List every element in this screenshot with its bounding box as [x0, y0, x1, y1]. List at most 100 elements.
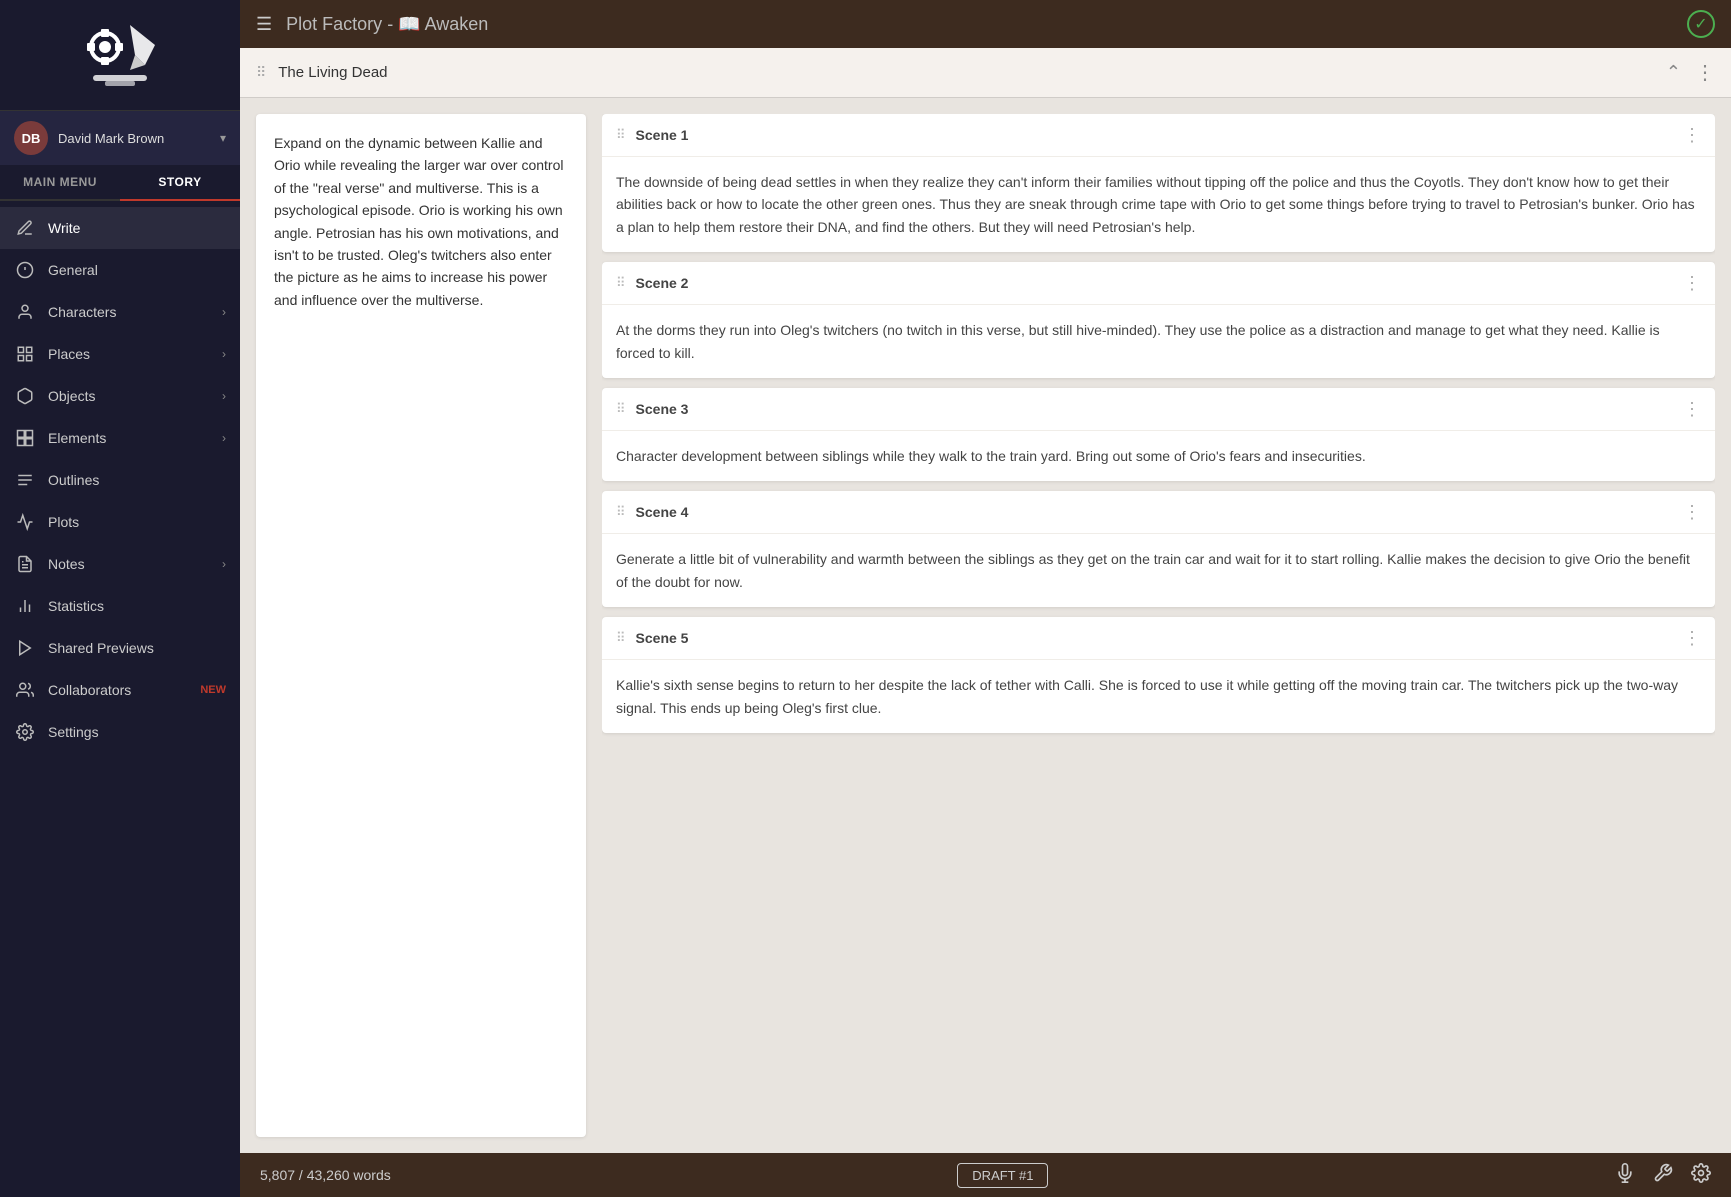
preferences-icon[interactable] — [1691, 1163, 1711, 1188]
scene-5-title: Scene 5 — [636, 630, 1683, 646]
sidebar-item-objects[interactable]: Objects › — [0, 375, 240, 417]
places-arrow: › — [222, 347, 226, 361]
settings-icon — [14, 721, 36, 743]
scene-4-drag-handle[interactable]: ⠿ — [616, 504, 626, 520]
chapter-area: ⠿ The Living Dead ⌃ ⋮ Expand on the dyna… — [240, 48, 1731, 1197]
sidebar-item-general[interactable]: General — [0, 249, 240, 291]
logo-area — [0, 0, 240, 110]
chevron-down-icon: ▾ — [220, 131, 226, 145]
main-content: ☰ Plot Factory - 📖 Awaken ✓ ⠿ The Living… — [240, 0, 1731, 1197]
shared-previews-label: Shared Previews — [48, 640, 226, 656]
sidebar-item-write[interactable]: Write — [0, 207, 240, 249]
general-icon — [14, 259, 36, 281]
notes-label: Notes — [48, 556, 222, 572]
objects-label: Objects — [48, 388, 222, 404]
places-label: Places — [48, 346, 222, 362]
statistics-label: Statistics — [48, 598, 226, 614]
sidebar-item-notes[interactable]: Notes › — [0, 543, 240, 585]
scene-2-drag-handle[interactable]: ⠿ — [616, 275, 626, 291]
scene-card-3: ⠿ Scene 3 ⋮ Character development betwee… — [602, 388, 1715, 481]
sidebar-item-shared-previews[interactable]: Shared Previews — [0, 627, 240, 669]
sidebar-item-places[interactable]: Places › — [0, 333, 240, 375]
characters-label: Characters — [48, 304, 222, 320]
scene-5-menu-icon[interactable]: ⋮ — [1683, 629, 1701, 647]
write-label: Write — [48, 220, 226, 236]
settings-label: Settings — [48, 724, 226, 740]
scene-card-2: ⠿ Scene 2 ⋮ At the dorms they run into O… — [602, 262, 1715, 378]
collaborators-label: Collaborators — [48, 682, 196, 698]
scene-2-body: At the dorms they run into Oleg's twitch… — [602, 305, 1715, 378]
avatar: DB — [14, 121, 48, 155]
synopsis-text: Expand on the dynamic between Kallie and… — [274, 132, 568, 311]
synopsis-panel: Expand on the dynamic between Kallie and… — [256, 114, 586, 1137]
topbar: ☰ Plot Factory - 📖 Awaken ✓ — [240, 0, 1731, 48]
sidebar-item-elements[interactable]: Elements › — [0, 417, 240, 459]
tab-story[interactable]: STORY — [120, 165, 240, 201]
user-profile[interactable]: DB David Mark Brown ▾ — [0, 110, 240, 165]
scenes-panel: ⠿ Scene 1 ⋮ The downside of being dead s… — [602, 114, 1715, 1137]
plots-icon — [14, 511, 36, 533]
scene-5-drag-handle[interactable]: ⠿ — [616, 630, 626, 646]
characters-arrow: › — [222, 305, 226, 319]
scene-2-title: Scene 2 — [636, 275, 1683, 291]
scene-5-body: Kallie's sixth sense begins to return to… — [602, 660, 1715, 733]
write-icon — [14, 217, 36, 239]
scene-card-1: ⠿ Scene 1 ⋮ The downside of being dead s… — [602, 114, 1715, 252]
scene-4-body: Generate a little bit of vulnerability a… — [602, 534, 1715, 607]
sidebar-tab-bar: MAIN MENU STORY — [0, 165, 240, 201]
scene-3-body: Character development between siblings w… — [602, 431, 1715, 481]
sidebar-nav: Write General Characters › Places › — [0, 201, 240, 1197]
scene-1-body: The downside of being dead settles in wh… — [602, 157, 1715, 252]
word-count: 5,807 / 43,260 words — [260, 1167, 391, 1183]
microphone-icon[interactable] — [1615, 1163, 1635, 1188]
characters-icon — [14, 301, 36, 323]
outlines-label: Outlines — [48, 472, 226, 488]
scene-3-menu-icon[interactable]: ⋮ — [1683, 400, 1701, 418]
general-label: General — [48, 262, 226, 278]
elements-label: Elements — [48, 430, 222, 446]
new-badge: NEW — [200, 684, 226, 696]
scene-2-menu-icon[interactable]: ⋮ — [1683, 274, 1701, 292]
hamburger-icon[interactable]: ☰ — [256, 14, 272, 35]
outlines-icon — [14, 469, 36, 491]
tools-icon[interactable] — [1653, 1163, 1673, 1188]
statistics-icon — [14, 595, 36, 617]
scene-card-5: ⠿ Scene 5 ⋮ Kallie's sixth sense begins … — [602, 617, 1715, 733]
scene-1-title: Scene 1 — [636, 127, 1683, 143]
sync-status-icon: ✓ — [1687, 10, 1715, 38]
collaborators-icon — [14, 679, 36, 701]
sidebar-item-settings[interactable]: Settings — [0, 711, 240, 753]
notes-icon — [14, 553, 36, 575]
app-title: Plot Factory - 📖 Awaken — [286, 14, 488, 35]
sidebar-item-characters[interactable]: Characters › — [0, 291, 240, 333]
chapter-header: ⠿ The Living Dead ⌃ ⋮ — [240, 48, 1731, 98]
draft-badge[interactable]: DRAFT #1 — [957, 1163, 1048, 1188]
chapter-title: The Living Dead — [278, 64, 387, 81]
shared-previews-icon — [14, 637, 36, 659]
scene-3-drag-handle[interactable]: ⠿ — [616, 401, 626, 417]
scene-3-title: Scene 3 — [636, 401, 1683, 417]
chapter-menu-icon[interactable]: ⋮ — [1695, 63, 1715, 83]
chapter-collapse-icon[interactable]: ⌃ — [1666, 62, 1681, 83]
plot-factory-label: Plot Factory — [286, 14, 382, 34]
scene-card-4: ⠿ Scene 4 ⋮ Generate a little bit of vul… — [602, 491, 1715, 607]
title-separator: - 📖 — [387, 14, 424, 34]
bottom-right-icons — [1615, 1163, 1711, 1188]
content-area: Expand on the dynamic between Kallie and… — [240, 98, 1731, 1153]
plots-label: Plots — [48, 514, 226, 530]
scene-4-menu-icon[interactable]: ⋮ — [1683, 503, 1701, 521]
sidebar-item-collaborators[interactable]: Collaborators NEW — [0, 669, 240, 711]
tab-main-menu[interactable]: MAIN MENU — [0, 165, 120, 199]
story-title: Awaken — [425, 14, 489, 34]
sidebar: DB David Mark Brown ▾ MAIN MENU STORY Wr… — [0, 0, 240, 1197]
sidebar-item-statistics[interactable]: Statistics — [0, 585, 240, 627]
places-icon — [14, 343, 36, 365]
chapter-drag-handle[interactable]: ⠿ — [256, 64, 266, 81]
sidebar-item-outlines[interactable]: Outlines — [0, 459, 240, 501]
bottom-bar: 5,807 / 43,260 words DRAFT #1 — [240, 1153, 1731, 1197]
elements-icon — [14, 427, 36, 449]
sidebar-item-plots[interactable]: Plots — [0, 501, 240, 543]
notes-arrow: › — [222, 557, 226, 571]
scene-1-drag-handle[interactable]: ⠿ — [616, 127, 626, 143]
scene-1-menu-icon[interactable]: ⋮ — [1683, 126, 1701, 144]
